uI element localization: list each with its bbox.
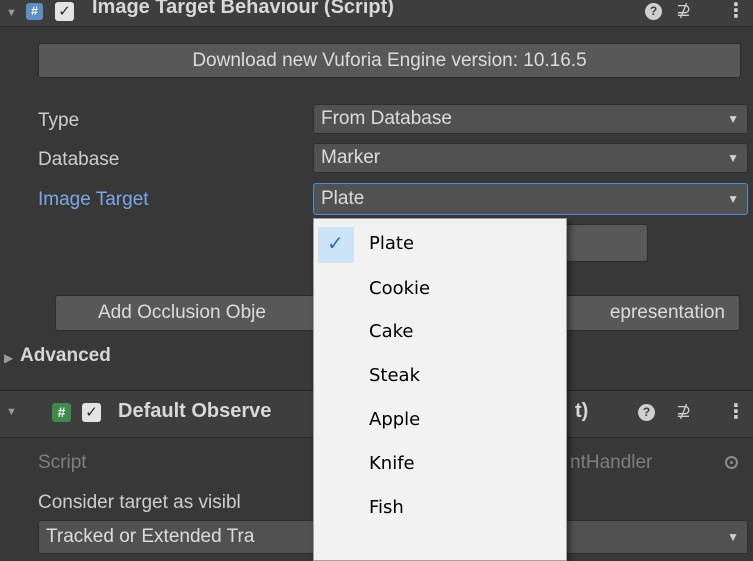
popup-item-knife[interactable]: Knife xyxy=(314,443,566,487)
component-header-image-target-behaviour[interactable]: ▼ # ✓ Image Target Behaviour (Script) ? … xyxy=(0,0,753,27)
chevron-down-icon: ▼ xyxy=(727,112,739,126)
component-title: Default Observe xyxy=(118,400,272,422)
popup-item-cake[interactable]: Cake xyxy=(314,311,566,355)
component-title-tail: t) xyxy=(575,400,589,422)
popup-item-plate[interactable]: ✓ Plate xyxy=(314,223,566,267)
help-icon[interactable]: ? xyxy=(638,404,655,421)
image-target-popup-menu[interactable]: ✓ Plate Cookie Cake Steak Apple Knife Fi… xyxy=(313,218,567,561)
advanced-foldout[interactable]: Advanced xyxy=(20,345,111,367)
popup-item-fish[interactable]: Fish xyxy=(314,487,566,531)
popup-item-label: Cake xyxy=(369,321,414,342)
popup-item-label: Knife xyxy=(369,453,415,474)
popup-item-label: Steak xyxy=(369,365,421,386)
tracking-status-value: Tracked or Extended Tra xyxy=(46,526,255,547)
csharp-script-icon: # xyxy=(26,3,43,20)
chevron-down-icon: ▼ xyxy=(727,192,739,206)
image-target-dropdown-value: Plate xyxy=(321,188,365,209)
help-icon[interactable]: ? xyxy=(645,3,662,20)
image-target-dropdown[interactable]: Plate ▼ xyxy=(313,183,748,215)
representation-button[interactable]: epresentation xyxy=(540,295,740,331)
context-menu-icon[interactable]: ⋮ xyxy=(726,399,746,424)
checkmark-icon: ✓ xyxy=(327,231,344,255)
component-enabled-checkbox[interactable]: ✓ xyxy=(55,2,74,21)
presets-icon[interactable]: ⊉ xyxy=(676,401,691,422)
popup-item-apple[interactable]: Apple xyxy=(314,399,566,443)
database-label: Database xyxy=(38,149,120,170)
component-enabled-checkbox[interactable]: ✓ xyxy=(82,403,101,422)
script-field-value: ntHandler xyxy=(570,452,653,473)
popup-item-label: Apple xyxy=(369,409,421,430)
popup-item-label: Plate xyxy=(369,233,415,254)
chevron-down-icon: ▼ xyxy=(727,151,739,165)
fold-right-icon[interactable]: ▶ xyxy=(4,351,13,365)
selected-highlight: ✓ xyxy=(318,227,354,263)
type-dropdown[interactable]: From Database ▼ xyxy=(313,104,748,134)
chevron-down-icon: ▼ xyxy=(727,530,739,544)
popup-item-label: Cookie xyxy=(369,278,431,299)
popup-item-cookie[interactable]: Cookie xyxy=(314,268,566,312)
database-dropdown[interactable]: Marker ▼ xyxy=(313,143,748,173)
type-dropdown-value: From Database xyxy=(321,108,452,129)
database-dropdown-value: Marker xyxy=(321,147,381,168)
presets-icon[interactable]: ⊉ xyxy=(676,0,691,21)
component-title: Image Target Behaviour (Script) xyxy=(92,0,394,18)
popup-item-label: Fish xyxy=(369,497,404,518)
image-target-label: Image Target xyxy=(38,189,149,210)
script-label: Script xyxy=(38,452,87,473)
type-label: Type xyxy=(38,110,80,131)
fold-down-icon[interactable]: ▼ xyxy=(6,7,17,19)
object-picker-icon[interactable] xyxy=(725,456,738,469)
popup-item-steak[interactable]: Steak xyxy=(314,355,566,399)
add-occlusion-object-button[interactable]: Add Occlusion Obje xyxy=(55,295,345,331)
fold-down-icon[interactable]: ▼ xyxy=(6,406,17,418)
consider-target-label: Consider target as visibl xyxy=(38,492,241,513)
download-vuforia-button[interactable]: Download new Vuforia Engine version: 10.… xyxy=(38,43,741,78)
hash-script-icon: # xyxy=(52,403,71,422)
context-menu-icon[interactable]: ⋮ xyxy=(726,0,746,23)
